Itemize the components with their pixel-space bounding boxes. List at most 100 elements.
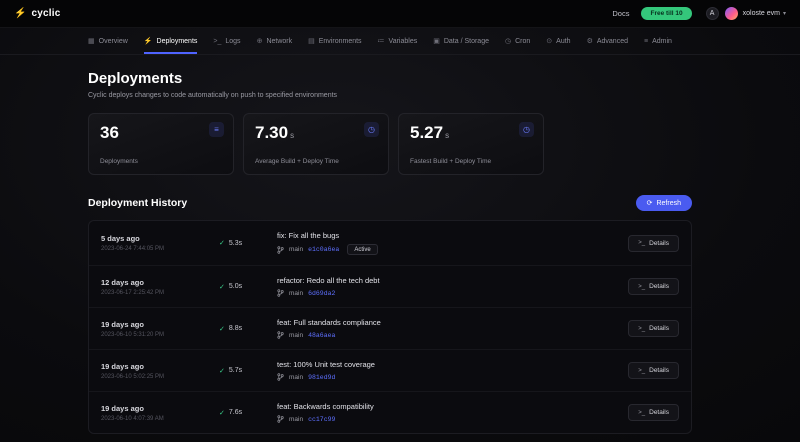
org-badge-icon[interactable]: A: [706, 7, 719, 20]
check-icon: ✓: [219, 239, 225, 247]
commit-message: feat: Backwards compatibility: [277, 402, 609, 411]
nav-tab-label: Cron: [515, 38, 530, 45]
deployment-commit: feat: Full standards compliance main 48a…: [277, 318, 609, 339]
details-label: Details: [649, 325, 669, 332]
refresh-button[interactable]: ⟳ Refresh: [636, 195, 692, 211]
git-branch-icon: [277, 289, 284, 297]
nav-tab-label: Advanced: [597, 38, 628, 45]
page-title: Deployments: [88, 70, 692, 87]
stat-icon: ◷: [364, 122, 379, 137]
user-avatar[interactable]: [725, 7, 738, 20]
deployment-commit: fix: Fix all the bugs main e1c0a6ea Acti…: [277, 231, 609, 255]
stat-card: 5.27s ◷ Fastest Build + Deploy Time: [398, 113, 544, 175]
refresh-icon: ⟳: [647, 199, 653, 207]
nav-tab-icon: ▣: [433, 37, 440, 45]
commit-message: refactor: Redo all the tech debt: [277, 276, 609, 285]
branch-name: main: [289, 332, 303, 339]
relative-time: 19 days ago: [101, 404, 219, 413]
chevron-down-icon[interactable]: ▾: [783, 10, 786, 17]
nav-tab[interactable]: >_ Logs: [213, 28, 240, 54]
deployment-row: 19 days ago 2023-06-10 5:02:25 PM ✓ 5.7s…: [89, 350, 691, 392]
docs-link[interactable]: Docs: [612, 9, 629, 18]
plan-button[interactable]: Free till 10: [641, 7, 691, 20]
terminal-icon: >_: [638, 326, 645, 332]
brand-name: cyclic: [31, 8, 60, 19]
deployment-duration: ✓ 7.6s: [219, 409, 277, 417]
user-name[interactable]: xoloste evm: [743, 10, 780, 17]
nav-tab[interactable]: ⚙ Advanced: [587, 28, 628, 54]
details-button[interactable]: >_ Details: [628, 235, 679, 252]
timestamp: 2023-06-17 2:25:42 PM: [101, 290, 219, 296]
deployment-commit: feat: Backwards compatibility main cc17c…: [277, 402, 609, 423]
nav-tab[interactable]: ⊕ Network: [257, 28, 293, 54]
deployment-commit: test: 100% Unit test coverage main 981ed…: [277, 360, 609, 381]
duration-value: 5.0s: [229, 283, 242, 290]
relative-time: 19 days ago: [101, 362, 219, 371]
deployment-time: 19 days ago 2023-06-10 5:02:25 PM: [101, 362, 219, 380]
nav-tab[interactable]: ⚡ Deployments: [144, 28, 198, 54]
commit-meta: main e1c0a6ea Active: [277, 244, 609, 255]
refresh-label: Refresh: [656, 200, 681, 207]
nav-tab-icon: ▦: [88, 37, 95, 45]
deployment-commit: refactor: Redo all the tech debt main 6d…: [277, 276, 609, 297]
check-icon: ✓: [219, 367, 225, 375]
terminal-icon: >_: [638, 410, 645, 416]
nav-tab-icon: ⊕: [257, 37, 263, 45]
relative-time: 12 days ago: [101, 278, 219, 287]
nav-tab[interactable]: ◷ Cron: [505, 28, 530, 54]
details-button[interactable]: >_ Details: [628, 404, 679, 421]
nav-tab[interactable]: ≡ Admin: [644, 28, 672, 54]
check-icon: ✓: [219, 283, 225, 291]
relative-time: 5 days ago: [101, 234, 219, 243]
nav-tab[interactable]: ▤ Environments: [308, 28, 361, 54]
commit-hash-link[interactable]: 48a6aea: [308, 332, 335, 339]
git-branch-icon: [277, 373, 284, 381]
nav-tab-label: Admin: [652, 38, 672, 45]
deployment-duration: ✓ 5.3s: [219, 239, 277, 247]
details-label: Details: [649, 283, 669, 290]
nav-tab-icon: ≔: [378, 37, 385, 45]
stats-row: 36 ≡ Deployments 7.30s ◷ Average Build +…: [88, 113, 692, 175]
nav-tab-label: Data / Storage: [444, 38, 489, 45]
nav-tab[interactable]: ▦ Overview: [88, 28, 128, 54]
history-title: Deployment History: [88, 197, 187, 209]
details-button[interactable]: >_ Details: [628, 320, 679, 337]
details-button[interactable]: >_ Details: [628, 278, 679, 295]
nav-tab-label: Variables: [389, 38, 418, 45]
relative-time: 19 days ago: [101, 320, 219, 329]
cyclic-logo-icon: ⚡: [14, 8, 26, 19]
deployment-time: 12 days ago 2023-06-17 2:25:42 PM: [101, 278, 219, 296]
branch-name: main: [289, 290, 303, 297]
terminal-icon: >_: [638, 368, 645, 374]
stat-value: 36: [100, 123, 119, 142]
nav-tabs: ▦ Overview ⚡ Deployments >_ Logs ⊕ Netwo…: [0, 28, 800, 55]
nav-tab-label: Auth: [556, 38, 570, 45]
deployment-duration: ✓ 5.0s: [219, 283, 277, 291]
deployment-row: 19 days ago 2023-06-10 4:07:39 AM ✓ 7.6s…: [89, 392, 691, 433]
git-branch-icon: [277, 246, 284, 254]
commit-hash-link[interactable]: 981ed9d: [308, 374, 335, 381]
git-branch-icon: [277, 415, 284, 423]
commit-hash-link[interactable]: cc17c99: [308, 416, 335, 423]
commit-hash-link[interactable]: 6d69da2: [308, 290, 335, 297]
nav-tab[interactable]: ▣ Data / Storage: [433, 28, 489, 54]
brand[interactable]: ⚡ cyclic: [14, 8, 60, 19]
details-label: Details: [649, 409, 669, 416]
commit-hash-link[interactable]: e1c0a6ea: [308, 246, 339, 253]
nav-tab[interactable]: ≔ Variables: [378, 28, 418, 54]
nav-tab-label: Overview: [99, 38, 128, 45]
details-button[interactable]: >_ Details: [628, 362, 679, 379]
stat-card: 7.30s ◷ Average Build + Deploy Time: [243, 113, 389, 175]
commit-message: test: 100% Unit test coverage: [277, 360, 609, 369]
stat-icon: ◷: [519, 122, 534, 137]
nav-tab-label: Network: [266, 38, 292, 45]
duration-value: 8.8s: [229, 325, 242, 332]
nav-tab[interactable]: ⊙ Auth: [546, 28, 570, 54]
timestamp: 2023-06-24 7:44:05 PM: [101, 246, 219, 252]
commit-meta: main cc17c99: [277, 415, 609, 423]
deployment-row: 5 days ago 2023-06-24 7:44:05 PM ✓ 5.3s …: [89, 221, 691, 266]
deployment-time: 19 days ago 2023-06-10 4:07:39 AM: [101, 404, 219, 422]
nav-tab-icon: ⊙: [546, 37, 552, 45]
active-status-badge: Active: [347, 244, 377, 255]
details-label: Details: [649, 367, 669, 374]
